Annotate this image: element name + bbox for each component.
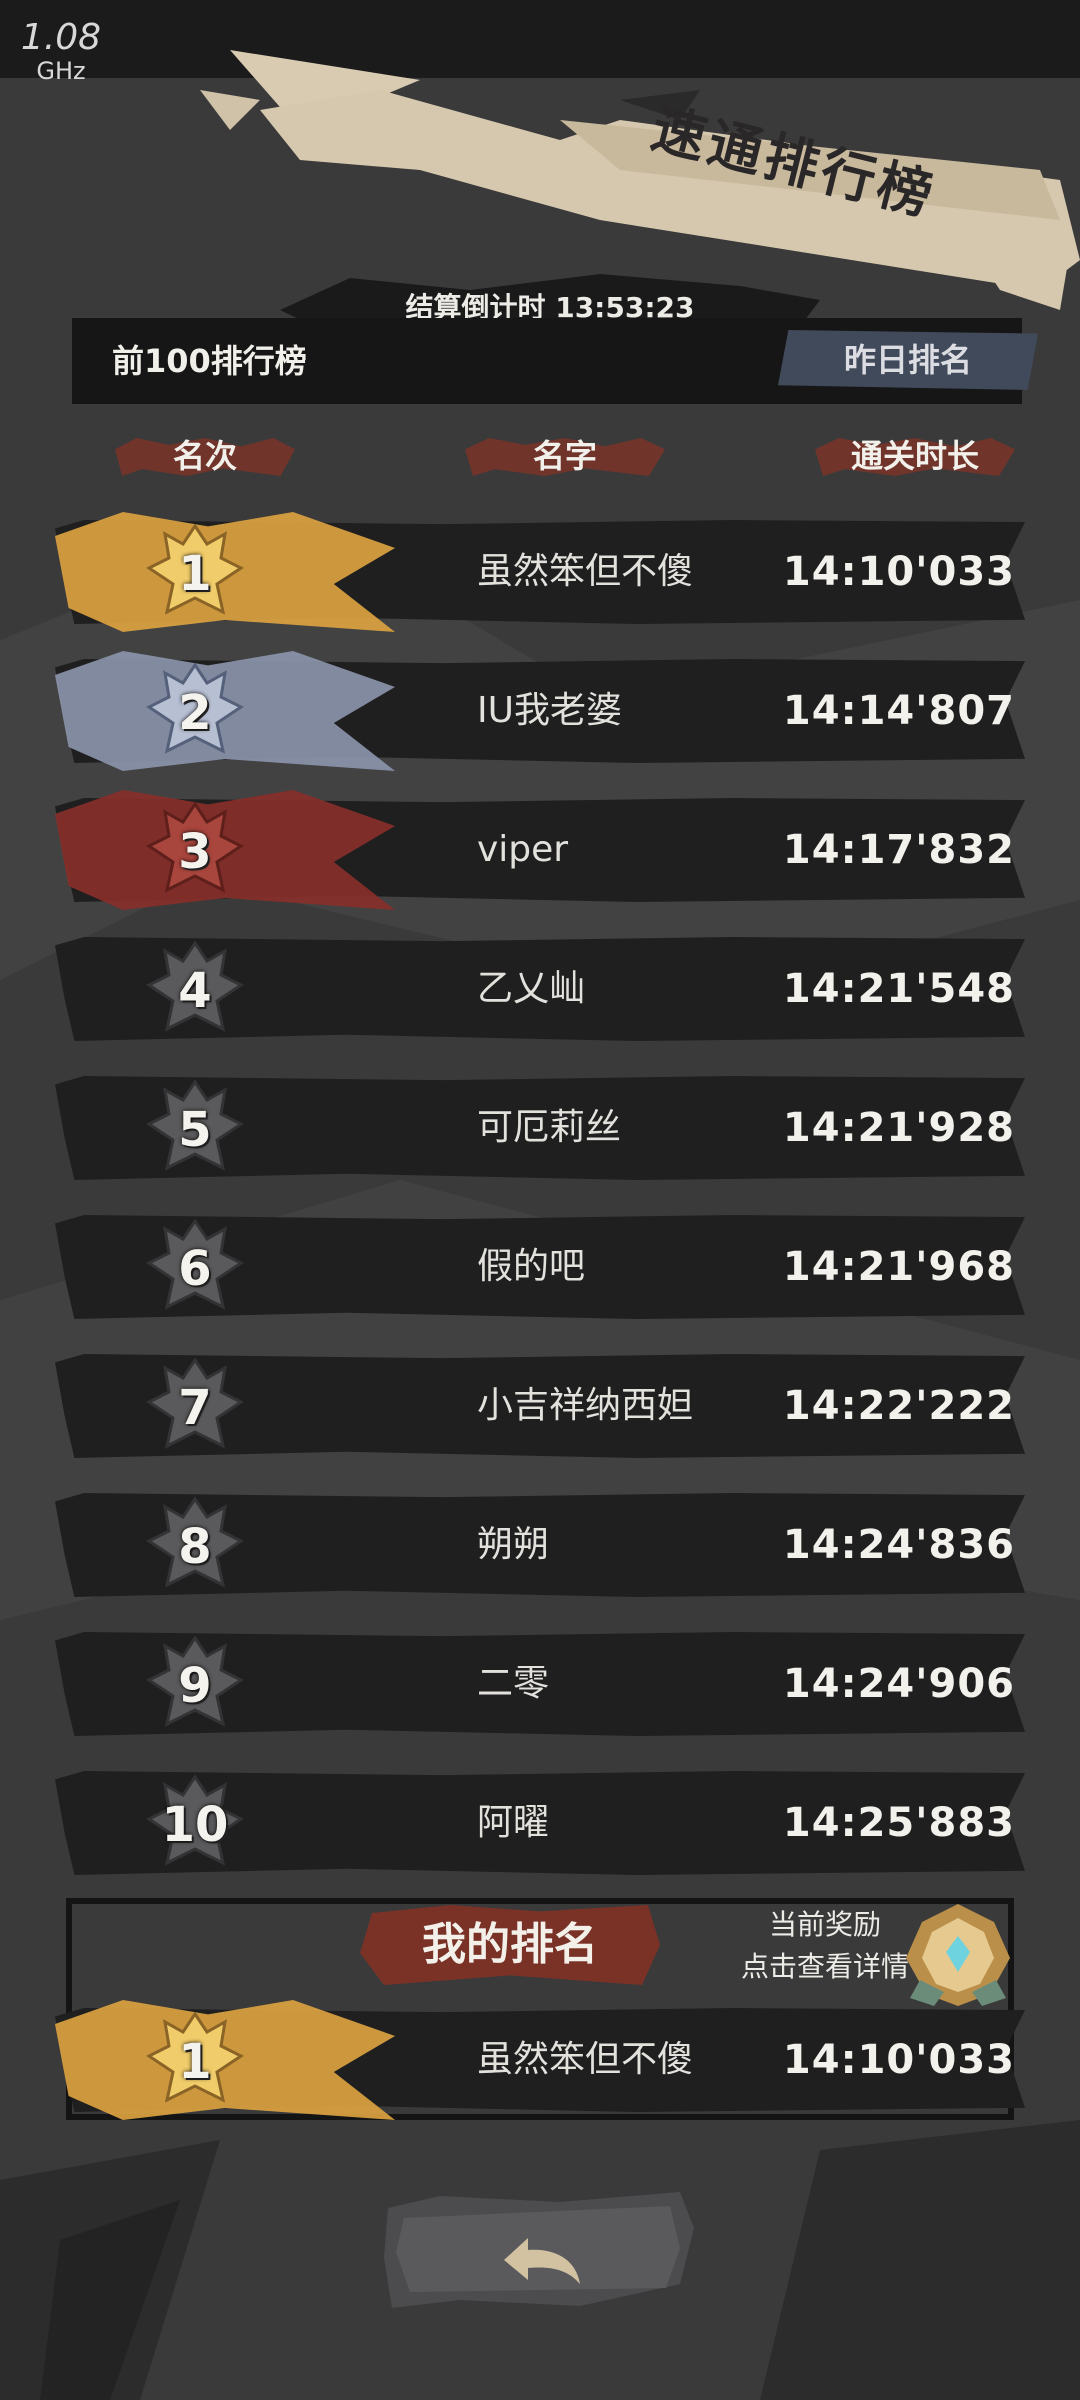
player-name: 朔朔 (477, 1524, 550, 1565)
reward-medal-icon[interactable] (898, 1900, 1018, 2010)
clear-time: 14:21'928 (782, 1105, 1015, 1151)
leaderboard-row[interactable]: 5 可厄莉丝 14:21'928 (55, 1068, 1025, 1188)
player-name: 乙乂屾 (477, 968, 586, 1009)
leaderboard-row[interactable]: 4 乙乂屾 14:21'548 (55, 929, 1025, 1049)
rank-number: 6 (178, 1241, 212, 1297)
rank-number: 10 (161, 1797, 229, 1853)
leaderboard-row[interactable]: 8 朔朔 14:24'836 (55, 1485, 1025, 1605)
rank-number: 9 (178, 1658, 212, 1714)
player-name: 假的吧 (477, 1246, 586, 1287)
clear-time: 14:25'883 (782, 1800, 1015, 1846)
header-name-label: 名字 (532, 437, 597, 475)
leaderboard-row[interactable]: 9 二零 14:24'906 (55, 1624, 1025, 1744)
my-clear-time: 14:10'033 (782, 2037, 1015, 2083)
column-headers: 名次 名字 通关时长 (0, 428, 1080, 488)
clear-time: 14:22'222 (782, 1383, 1015, 1429)
clear-time: 14:24'836 (782, 1522, 1015, 1568)
my-player-name: 虽然笨但不傻 (477, 2039, 694, 2080)
rank-number: 7 (178, 1380, 212, 1436)
clear-time: 14:14'807 (782, 688, 1015, 734)
my-rank-title: 我的排名 (422, 1919, 598, 1970)
player-name: viper (477, 829, 569, 870)
my-rank-row: 1 虽然笨但不傻 14:10'033 (55, 2000, 1025, 2120)
rank-number: 4 (178, 963, 212, 1019)
back-button[interactable] (380, 2188, 700, 2316)
header-rank-label: 名次 (172, 437, 237, 475)
header-rank: 名次 (115, 428, 295, 484)
header-time-label: 通关时长 (850, 437, 979, 475)
rank-number: 2 (178, 685, 212, 741)
player-name: IU我老婆 (477, 690, 622, 731)
player-name: 小吉祥纳西妲 (477, 1385, 694, 1426)
rank-number: 1 (178, 546, 212, 602)
header-clear-time: 通关时长 (815, 428, 1015, 484)
rank-number: 3 (178, 824, 212, 880)
leaderboard-row[interactable]: 3 viper 14:17'832 (55, 790, 1025, 910)
clear-time: 14:17'832 (782, 827, 1015, 873)
leaderboard-row[interactable]: 10 阿曜 14:25'883 (55, 1763, 1025, 1883)
leaderboard-row[interactable]: 7 小吉祥纳西妲 14:22'222 (55, 1346, 1025, 1466)
my-rank-number: 1 (178, 2034, 212, 2090)
top100-label: 前100排行榜 (112, 342, 307, 380)
leaderboard-row[interactable]: 2 IU我老婆 14:14'807 (55, 651, 1025, 771)
rank-number: 8 (178, 1519, 212, 1575)
clear-time: 14:21'548 (782, 966, 1015, 1012)
player-name: 阿曜 (477, 1802, 550, 1843)
clear-time: 14:21'968 (782, 1244, 1015, 1290)
yesterday-ranking-button[interactable]: 昨日排名 (778, 330, 1038, 390)
leaderboard-row[interactable]: 6 假的吧 14:21'968 (55, 1207, 1025, 1327)
rank-number: 5 (178, 1102, 212, 1158)
player-name: 虽然笨但不傻 (477, 551, 694, 592)
header-name: 名字 (465, 428, 665, 484)
clear-time: 14:10'033 (782, 549, 1015, 595)
player-name: 二零 (477, 1663, 550, 1704)
player-name: 可厄莉丝 (477, 1107, 622, 1148)
clear-time: 14:24'906 (782, 1661, 1015, 1707)
leaderboard-row[interactable]: 1 虽然笨但不傻 14:10'033 (55, 512, 1025, 632)
leaderboard-header-bar: 前100排行榜 昨日排名 (72, 318, 1038, 404)
